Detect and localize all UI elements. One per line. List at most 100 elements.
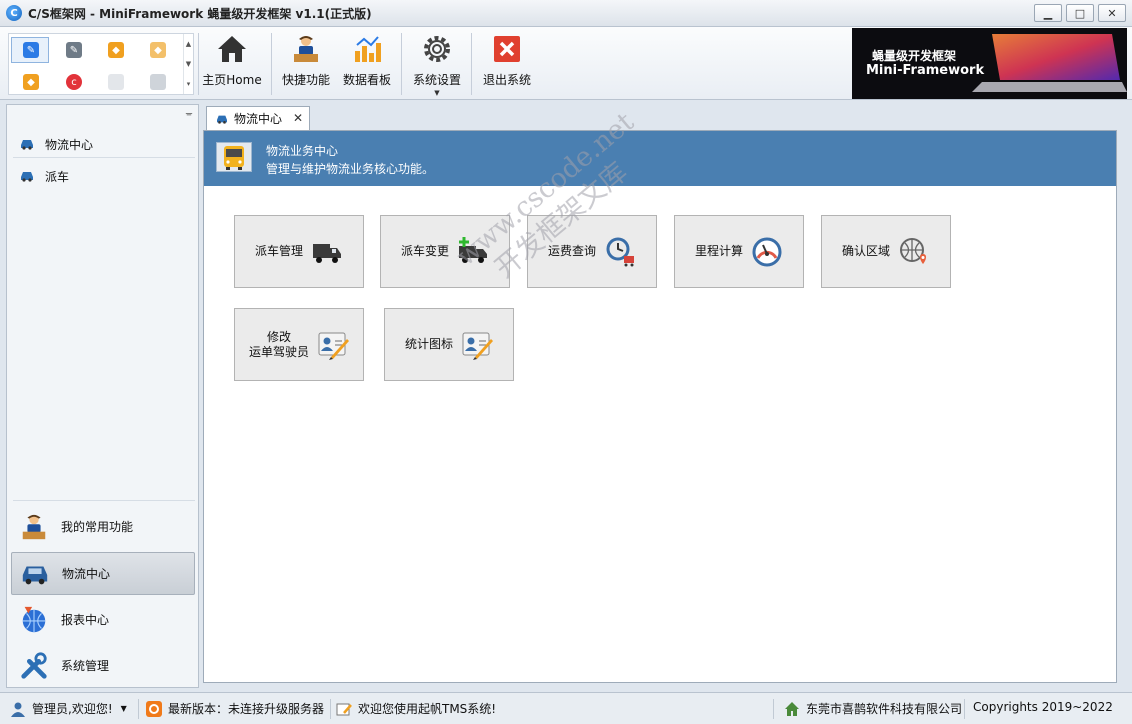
home-icon [218,36,246,62]
clock-cart-icon [606,237,634,266]
window-controls: ▁ □ ✕ [1034,4,1126,22]
statistics-chart-button[interactable]: 统计图标 [384,308,514,381]
user-label: 管理员,欢迎您! [32,702,113,716]
edit-doc-icon[interactable]: ✎ [23,42,39,58]
nav-item-label: 物流中心 [45,137,94,152]
edit-doc-icon[interactable]: ✎ [66,42,82,58]
app-logo-icon: C [6,5,22,21]
title-bar: C C/S框架网 - MiniFramework 蝇量级开发框架 v1.1(正式… [0,0,1132,27]
id-card-edit-icon [318,332,349,360]
maximize-button[interactable]: □ [1066,4,1094,22]
bus-icon [224,146,244,170]
module-reports[interactable]: 报表中心 [11,598,195,641]
module-label: 我的常用功能 [61,520,134,534]
shortcuts-label: 快捷功能 [281,73,330,87]
module-logistics[interactable]: 物流中心 [11,552,195,595]
laptop-illustration [972,34,1127,92]
mileage-calc-button[interactable]: 里程计算 [674,215,804,288]
module-label: 物流中心 [62,567,111,581]
settings-button[interactable]: 系统设置 ▼ [410,31,464,97]
car-icon [21,172,33,182]
header-subtitle: 管理与维护物流业务核心功能。 [266,162,435,176]
car-icon [21,140,33,150]
nav-divider [13,157,195,158]
content-panel: 物流业务中心 管理与维护物流业务核心功能。 派车管理 派车变更 运费查询 里程计… [203,130,1117,683]
company-label: 东莞市喜鹊软件科技有限公司 [806,702,963,716]
dashboard-button[interactable]: 数据看板 [340,31,394,97]
status-divider [964,699,965,719]
truck-add-icon [459,236,487,263]
pin-icon[interactable]: ᚚ [186,109,192,119]
function-label: 里程计算 [694,244,743,258]
banner-title: 蝇量级开发框架 [872,49,957,63]
toolbar-divider [401,33,402,95]
function-label-line1: 修改 [266,329,291,344]
close-button[interactable]: ✕ [1098,4,1126,22]
function-label: 统计图标 [404,337,453,351]
tab-close-button[interactable]: ✕ [293,111,303,125]
dispatch-change-button[interactable]: 派车变更 [380,215,510,288]
dropdown-arrow-icon: ▼ [434,89,440,97]
company-status[interactable]: 东莞市喜鹊软件科技有限公司 [784,700,962,717]
header-title: 物流业务中心 [266,144,339,158]
home-button[interactable]: 主页Home [202,31,262,97]
gear-icon [424,36,450,62]
page-icon[interactable] [108,74,124,90]
c-logo-icon[interactable]: c [66,74,82,90]
shortcuts-button[interactable]: 快捷功能 [280,31,332,97]
function-label: 运费查询 [547,244,596,258]
header-icon-frame [216,142,252,172]
person-desk-icon [294,36,318,62]
version-label: 最新版本：未连接升级服务器 [168,702,325,716]
user-dropdown-icon: ▼ [120,704,127,713]
quick-icon-gallery: ✎ ✎ ◆ ◆ ◆ c ▲ ▼ ▾ [8,33,194,95]
user-status[interactable]: 管理员,欢迎您! ▼ [10,700,127,717]
shield-icon[interactable]: ◆ [23,74,39,90]
nav-item-dispatch[interactable]: 派车 [19,163,194,189]
id-card-edit-icon [462,332,493,360]
person-desk-icon [22,514,46,539]
shield-icon[interactable]: ◆ [150,42,166,58]
globe-pin-icon [900,237,926,264]
copyright-label: Copyrights 2019~2022 [973,700,1113,714]
version-status: 最新版本：未连接升级服务器 [146,700,324,717]
truck-icon [313,243,341,263]
modify-driver-button[interactable]: 修改 运单驾驶员 [234,308,364,381]
update-icon [146,700,162,717]
function-label: 派车变更 [400,244,449,258]
ribbon-toolbar: ✎ ✎ ◆ ◆ ◆ c ▲ ▼ ▾ 主页Home 快捷功能 数据看板 系统设置 … [0,27,1132,100]
confirm-region-button[interactable]: 确认区域 [821,215,951,288]
toolbar-divider [271,33,272,95]
module-favorites[interactable]: 我的常用功能 [11,505,195,548]
freight-query-button[interactable]: 运费查询 [527,215,657,288]
exit-button[interactable]: 退出系统 [480,31,534,97]
page-icon[interactable] [150,74,166,90]
welcome-label: 欢迎您使用起帆TMS系统! [358,702,497,716]
globe-icon [22,606,46,632]
left-navigation: ᚚ 物流中心 派车 我的常用功能 物流中心 报表中心 系统管理 [6,104,199,688]
module-system[interactable]: 系统管理 [11,644,195,687]
nav-item-logistics[interactable]: 物流中心 [19,131,194,157]
tab-logistics[interactable]: 物流中心 ✕ [206,106,310,130]
status-bar: 管理员,欢迎您! ▼ 最新版本：未连接升级服务器 欢迎您使用起帆TMS系统! 东… [0,692,1132,724]
minimize-button[interactable]: ▁ [1034,4,1062,22]
notice-edit-icon [336,703,352,715]
shield-icon[interactable]: ◆ [108,42,124,58]
settings-label: 系统设置 [412,73,461,87]
car-icon [217,115,227,124]
copyright-status: Copyrights 2019~2022 [973,700,1113,714]
gauge-icon [752,237,782,266]
exit-icon [494,36,520,62]
function-label: 确认区域 [841,244,890,258]
status-divider [330,699,331,719]
gallery-scroll[interactable]: ▲ ▼ ▾ [183,34,193,94]
dispatch-manage-button[interactable]: 派车管理 [234,215,364,288]
tab-label: 物流中心 [234,112,283,126]
dashboard-label: 数据看板 [342,73,391,87]
status-divider [138,699,139,719]
window-title: C/S框架网 - MiniFramework 蝇量级开发框架 v1.1(正式版) [28,6,372,21]
toolbar-divider [471,33,472,95]
module-label: 系统管理 [61,659,110,673]
module-header: 物流业务中心 管理与维护物流业务核心功能。 [204,131,1116,186]
user-icon [11,702,25,717]
